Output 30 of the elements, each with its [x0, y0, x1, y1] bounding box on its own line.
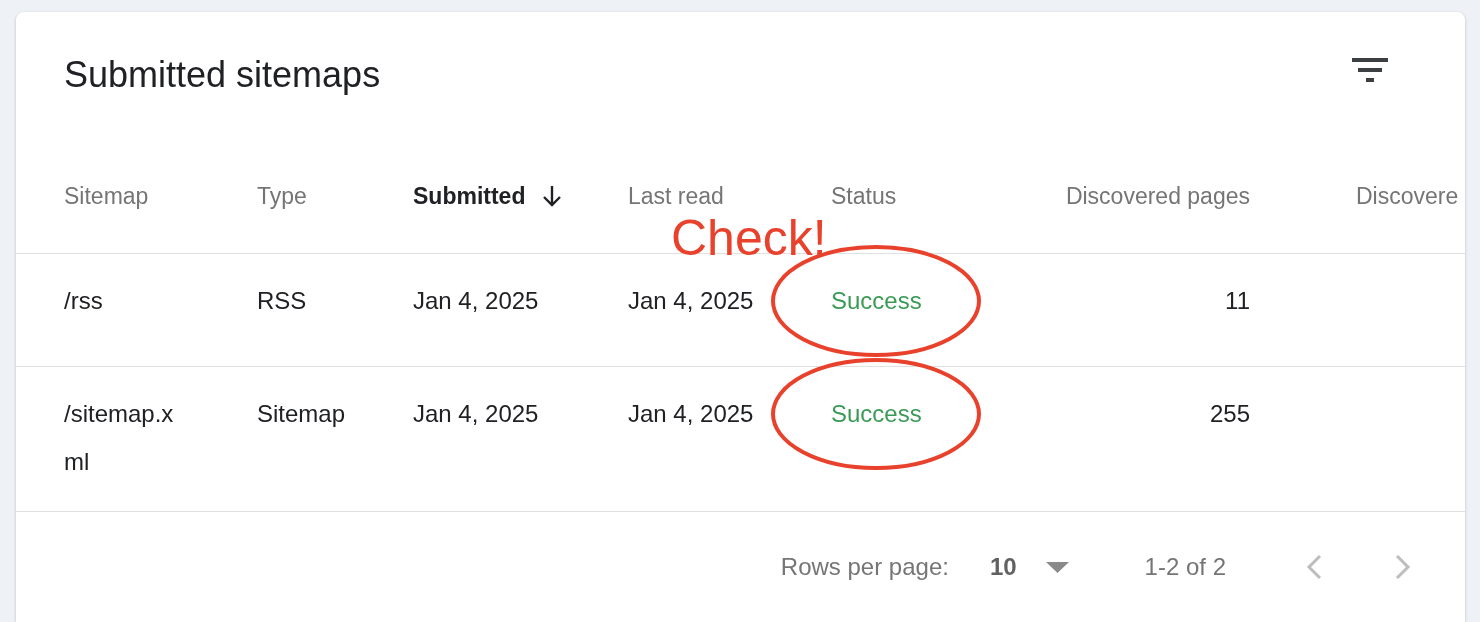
table-cell-text: Jan 4, 2025 — [628, 286, 754, 316]
arrow-down-icon — [542, 185, 563, 207]
table-cell-text: Jan 4, 2025 — [413, 399, 539, 429]
column-header[interactable]: Submitted — [413, 182, 563, 210]
column-header[interactable]: Sitemap — [64, 182, 149, 210]
column-header[interactable]: Discovered pages — [1065, 182, 1250, 210]
column-header[interactable]: Last read — [628, 182, 724, 210]
rows-per-page-select[interactable]: 10 — [989, 549, 1069, 585]
page-range-text: 1-2 of 2 — [1144, 552, 1226, 582]
table-cell-text: 11 — [1225, 286, 1250, 316]
status-text: Success — [831, 277, 922, 325]
table-cell-text: 255 — [1209, 399, 1250, 429]
caret-icon — [1045, 561, 1069, 573]
table-cell-text: /sitemap.xml — [64, 399, 175, 477]
table-cell-text: Jan 4, 2025 — [413, 286, 539, 316]
column-header[interactable]: Type — [257, 182, 307, 210]
table-cell-text: Sitemap — [257, 399, 346, 429]
chevron-left-icon — [1306, 554, 1322, 580]
rows-per-page-label: Rows per page: — [780, 552, 949, 582]
table-cell-text: RSS — [257, 286, 307, 316]
annotation-text: Check! — [671, 213, 827, 263]
column-header[interactable]: Discovere — [1356, 182, 1459, 210]
filter-button[interactable] — [1352, 58, 1388, 82]
filter-icon — [1352, 58, 1388, 82]
table-cell-text: /rss — [64, 286, 103, 316]
card-title: Submitted sitemaps — [64, 53, 381, 97]
column-header[interactable]: Status — [831, 182, 897, 210]
table-cell-text: Jan 4, 2025 — [628, 399, 754, 429]
status-text: Success — [831, 390, 922, 438]
chevron-right-icon — [1395, 554, 1411, 580]
